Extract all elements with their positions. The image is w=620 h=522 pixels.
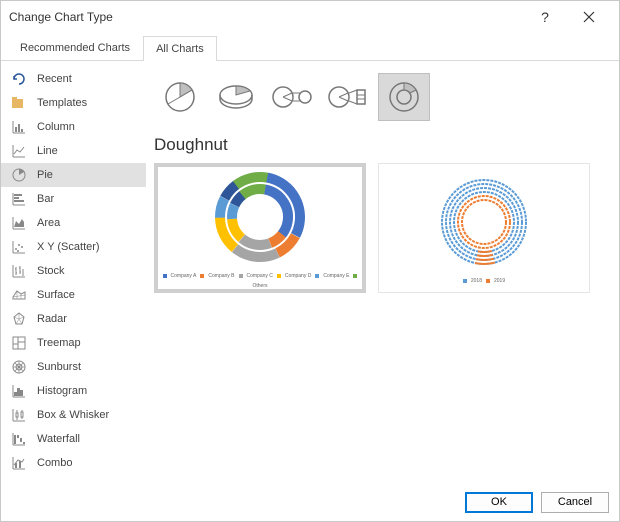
sidebar-item-histogram[interactable]: Histogram	[1, 379, 146, 403]
sidebar-item-box-whisker[interactable]: Box & Whisker	[1, 403, 146, 427]
preview-chart-icon	[434, 172, 534, 272]
sidebar-item-scatter[interactable]: X Y (Scatter)	[1, 235, 146, 259]
waterfall-icon	[11, 431, 27, 447]
sidebar-item-label: X Y (Scatter)	[37, 241, 100, 253]
sunburst-icon	[11, 359, 27, 375]
sidebar-item-label: Templates	[37, 97, 87, 109]
histogram-icon	[11, 383, 27, 399]
sidebar-item-label: Radar	[37, 313, 67, 325]
sidebar-item-stock[interactable]: Stock	[1, 259, 146, 283]
sidebar-item-recent[interactable]: Recent	[1, 67, 146, 91]
subtype-heading: Doughnut	[154, 135, 605, 155]
surface-icon	[11, 287, 27, 303]
radar-icon	[11, 311, 27, 327]
subtype-pie-of-pie[interactable]	[266, 73, 318, 121]
pie-3d-icon	[216, 82, 256, 112]
dialog-title: Change Chart Type	[9, 10, 523, 24]
sidebar-item-templates[interactable]: Templates	[1, 91, 146, 115]
preview-chart-icon	[210, 167, 310, 267]
sidebar-item-label: Bar	[37, 193, 54, 205]
sidebar-item-line[interactable]: Line	[1, 139, 146, 163]
pie-of-pie-icon	[270, 82, 314, 112]
pie-subtype-row	[154, 69, 605, 125]
sidebar-item-label: Histogram	[37, 385, 87, 397]
preview-doughnut-2[interactable]: 2018 2019	[378, 163, 590, 293]
cancel-button[interactable]: Cancel	[541, 492, 609, 513]
subtype-pie[interactable]	[154, 73, 206, 121]
sidebar-item-label: Stock	[37, 265, 65, 277]
subtype-doughnut[interactable]	[378, 73, 430, 121]
combo-icon	[11, 455, 27, 471]
sidebar-item-label: Sunburst	[37, 361, 81, 373]
sidebar-item-label: Line	[37, 145, 58, 157]
chart-type-sidebar: Recent Templates Column Line Pie Bar Are…	[1, 61, 146, 485]
close-button[interactable]	[567, 3, 611, 31]
sidebar-item-pie[interactable]: Pie	[1, 163, 146, 187]
templates-icon	[11, 95, 27, 111]
sidebar-item-label: Column	[37, 121, 75, 133]
help-button[interactable]: ?	[523, 3, 567, 31]
preview-legend: 2018 2019	[463, 278, 505, 284]
preview-doughnut-1[interactable]: Company A Company B Company C Company D …	[154, 163, 366, 293]
subtype-bar-of-pie[interactable]	[322, 73, 374, 121]
sidebar-item-radar[interactable]: Radar	[1, 307, 146, 331]
line-icon	[11, 143, 27, 159]
ok-button[interactable]: OK	[465, 492, 533, 513]
pie-icon	[11, 167, 27, 183]
sidebar-item-treemap[interactable]: Treemap	[1, 331, 146, 355]
scatter-icon	[11, 239, 27, 255]
recent-icon	[11, 71, 27, 87]
doughnut-icon	[386, 79, 422, 115]
sidebar-item-label: Box & Whisker	[37, 409, 109, 421]
pie-2d-icon	[162, 79, 198, 115]
sidebar-item-label: Recent	[37, 73, 72, 85]
close-icon	[583, 11, 595, 23]
sidebar-item-bar[interactable]: Bar	[1, 187, 146, 211]
tab-all-charts[interactable]: All Charts	[143, 36, 217, 61]
sidebar-item-sunburst[interactable]: Sunburst	[1, 355, 146, 379]
tab-recommended[interactable]: Recommended Charts	[7, 35, 143, 60]
stock-icon	[11, 263, 27, 279]
subtype-pie-3d[interactable]	[210, 73, 262, 121]
sidebar-item-combo[interactable]: Combo	[1, 451, 146, 475]
sidebar-item-label: Pie	[37, 169, 53, 181]
sidebar-item-column[interactable]: Column	[1, 115, 146, 139]
preview-legend: Company A Company B Company C Company D …	[158, 273, 362, 289]
sidebar-item-label: Area	[37, 217, 60, 229]
bar-icon	[11, 191, 27, 207]
sidebar-item-label: Surface	[37, 289, 75, 301]
sidebar-item-label: Waterfall	[37, 433, 80, 445]
area-icon	[11, 215, 27, 231]
sidebar-item-label: Treemap	[37, 337, 81, 349]
sidebar-item-waterfall[interactable]: Waterfall	[1, 427, 146, 451]
sidebar-item-area[interactable]: Area	[1, 211, 146, 235]
sidebar-item-surface[interactable]: Surface	[1, 283, 146, 307]
bar-of-pie-icon	[326, 82, 370, 112]
column-icon	[11, 119, 27, 135]
box-whisker-icon	[11, 407, 27, 423]
treemap-icon	[11, 335, 27, 351]
sidebar-item-label: Combo	[37, 457, 72, 469]
